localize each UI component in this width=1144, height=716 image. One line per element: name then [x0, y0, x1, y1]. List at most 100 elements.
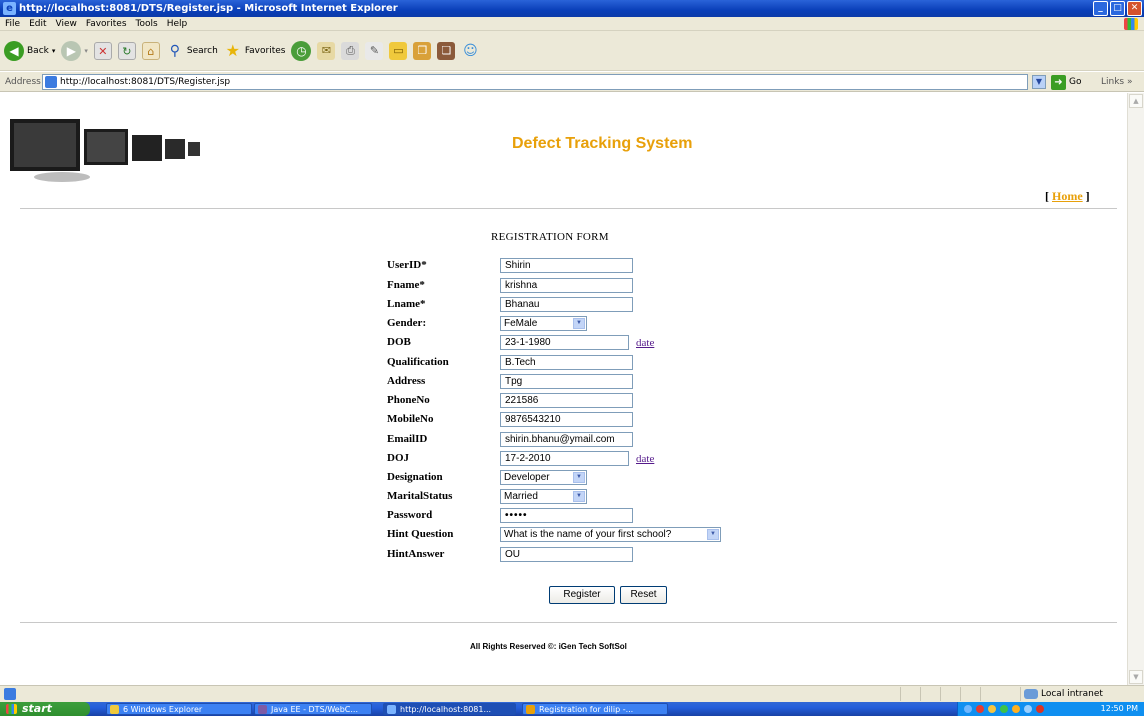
register-button[interactable]: Register — [549, 586, 615, 604]
window-title-bar[interactable]: e http://localhost:8081/DTS/Register.jsp… — [0, 0, 1144, 17]
edit-icon[interactable]: ✎ — [365, 41, 384, 60]
close-button[interactable]: ✕ — [1127, 1, 1142, 16]
marital-select[interactable]: Married ▼ — [500, 488, 587, 504]
address-field-input[interactable]: Tpg — [500, 373, 633, 389]
start-button[interactable]: start — [0, 702, 90, 716]
messenger-icon[interactable]: ☺ — [461, 42, 479, 60]
task-windows-explorer[interactable]: 6 Windows Explorer — [106, 703, 252, 715]
search-button[interactable]: ⚲ Search — [166, 39, 218, 63]
home-link[interactable]: Home — [1052, 189, 1083, 203]
designation-select[interactable]: Developer ▼ — [500, 469, 587, 485]
hint-answer-label: HintAnswer — [387, 548, 445, 560]
marital-value: Married — [504, 490, 538, 502]
chevron-down-icon[interactable]: ▼ — [573, 490, 585, 502]
page-viewport: Defect Tracking System [ Home ] REGISTRA… — [0, 93, 1127, 685]
phone-input[interactable]: 221586 — [500, 392, 633, 408]
security-zone[interactable]: Local intranet — [1024, 686, 1103, 702]
chevron-down-icon[interactable]: ▼ — [573, 471, 585, 483]
menu-tools[interactable]: Tools — [136, 17, 158, 30]
links-button[interactable]: Links » — [1101, 72, 1133, 92]
row-hint-question: Hint Question What is the name of your f… — [387, 526, 721, 542]
lname-input[interactable]: Bhanau — [500, 296, 633, 312]
doj-date-link[interactable]: date — [636, 453, 654, 465]
menu-favorites[interactable]: Favorites — [86, 17, 127, 30]
forward-button[interactable]: ▶ ▾ — [61, 39, 88, 63]
password-input[interactable]: ••••• — [500, 507, 633, 523]
eclipse-icon — [258, 705, 267, 714]
chevron-down-icon[interactable]: ▼ — [573, 317, 585, 329]
ie-icon — [387, 705, 396, 714]
print-icon[interactable]: ⎙ — [341, 41, 360, 60]
system-tray: 12:50 PM — [957, 702, 1144, 716]
menu-file[interactable]: File — [5, 17, 20, 30]
userid-input[interactable]: Shirin — [500, 257, 633, 273]
back-dropdown-icon[interactable]: ▾ — [52, 47, 56, 55]
tray-icon[interactable] — [976, 705, 984, 713]
scroll-down-icon[interactable]: ▼ — [1129, 670, 1143, 684]
discuss-icon[interactable]: ❐ — [413, 41, 432, 60]
refresh-icon[interactable]: ↻ — [117, 41, 136, 60]
home-nav: [ Home ] — [1045, 189, 1090, 204]
menu-help[interactable]: Help — [167, 17, 188, 30]
hint-question-value: What is the name of your first school? — [504, 528, 672, 540]
research-icon[interactable]: ❏ — [437, 41, 456, 60]
taskbar: start 6 Windows Explorer Java EE - DTS/W… — [0, 702, 1144, 716]
gender-select[interactable]: FeMale ▼ — [500, 315, 587, 331]
maximize-button[interactable]: □ — [1110, 1, 1125, 16]
vertical-scrollbar[interactable]: ▲ ▼ — [1127, 93, 1144, 685]
minimize-button[interactable]: _ — [1093, 1, 1108, 16]
clock[interactable]: 12:50 PM — [1101, 702, 1138, 716]
address-url: http://localhost:8081/DTS/Register.jsp — [60, 77, 231, 87]
menu-view[interactable]: View — [56, 17, 77, 30]
task-java-ee[interactable]: Java EE - DTS/WebC... — [254, 703, 372, 715]
address-input[interactable]: http://localhost:8081/DTS/Register.jsp — [42, 74, 1028, 90]
back-arrow-icon: ◀ — [4, 40, 24, 61]
doj-label: DOJ — [387, 452, 409, 464]
tray-icon[interactable] — [964, 705, 972, 713]
folder-icon[interactable]: ▭ — [389, 41, 408, 60]
forward-arrow-icon: ▶ — [61, 40, 82, 61]
address-dropdown-icon[interactable]: ▼ — [1032, 75, 1046, 89]
search-label: Search — [186, 45, 218, 56]
favorites-button[interactable]: ★ Favorites — [224, 39, 286, 63]
row-doj: DOJ 17-2-2010 — [387, 450, 629, 466]
mobile-input[interactable]: 9876543210 — [500, 411, 633, 427]
email-label: EmailID — [387, 433, 428, 445]
tray-icon[interactable] — [988, 705, 996, 713]
tray-icon[interactable] — [1012, 705, 1020, 713]
lname-label: Lname* — [387, 298, 426, 310]
browser-toolbar: ◀ Back ▾ ▶ ▾ ✕ ↻ ⌂ ⚲ Search ★ Favorites … — [0, 31, 1144, 71]
mail-icon[interactable]: ✉ — [317, 41, 336, 60]
history-icon[interactable]: ◷ — [291, 40, 312, 61]
back-button[interactable]: ◀ Back ▾ — [4, 39, 55, 63]
task-ie-localhost[interactable]: http://localhost:8081... — [383, 703, 516, 715]
row-qualification: Qualification B.Tech — [387, 354, 633, 370]
row-password: Password ••••• — [387, 507, 633, 523]
mobile-label: MobileNo — [387, 413, 434, 425]
reset-button[interactable]: Reset — [620, 586, 667, 604]
address-field-label: Address — [387, 375, 426, 387]
chevron-down-icon[interactable]: ▼ — [707, 528, 719, 540]
email-input[interactable]: shirin.bhanu@ymail.com — [500, 431, 633, 447]
menu-edit[interactable]: Edit — [29, 17, 46, 30]
dob-input[interactable]: 23-1-1980 — [500, 334, 629, 350]
go-button[interactable]: ➜ Go — [1051, 74, 1081, 90]
hint-question-select[interactable]: What is the name of your first school? ▼ — [500, 526, 721, 542]
row-email: EmailID shirin.bhanu@ymail.com — [387, 431, 633, 447]
task-registration[interactable]: Registration for dilip -... — [522, 703, 668, 715]
menu-bar: File Edit View Favorites Tools Help — [0, 17, 1144, 31]
forward-dropdown-icon[interactable]: ▾ — [84, 47, 88, 55]
home-bracket-close: ] — [1085, 189, 1090, 203]
tray-icon[interactable] — [1036, 705, 1044, 713]
dob-date-link[interactable]: date — [636, 337, 654, 349]
scroll-up-icon[interactable]: ▲ — [1129, 94, 1143, 108]
doj-input[interactable]: 17-2-2010 — [500, 450, 629, 466]
stop-icon[interactable]: ✕ — [93, 41, 112, 60]
qualification-input[interactable]: B.Tech — [500, 354, 633, 370]
start-label: start — [22, 702, 52, 715]
hint-answer-input[interactable]: OU — [500, 546, 633, 562]
tray-icon[interactable] — [1000, 705, 1008, 713]
fname-input[interactable]: krishna — [500, 277, 633, 293]
home-icon[interactable]: ⌂ — [141, 41, 160, 60]
tray-icon[interactable] — [1024, 705, 1032, 713]
